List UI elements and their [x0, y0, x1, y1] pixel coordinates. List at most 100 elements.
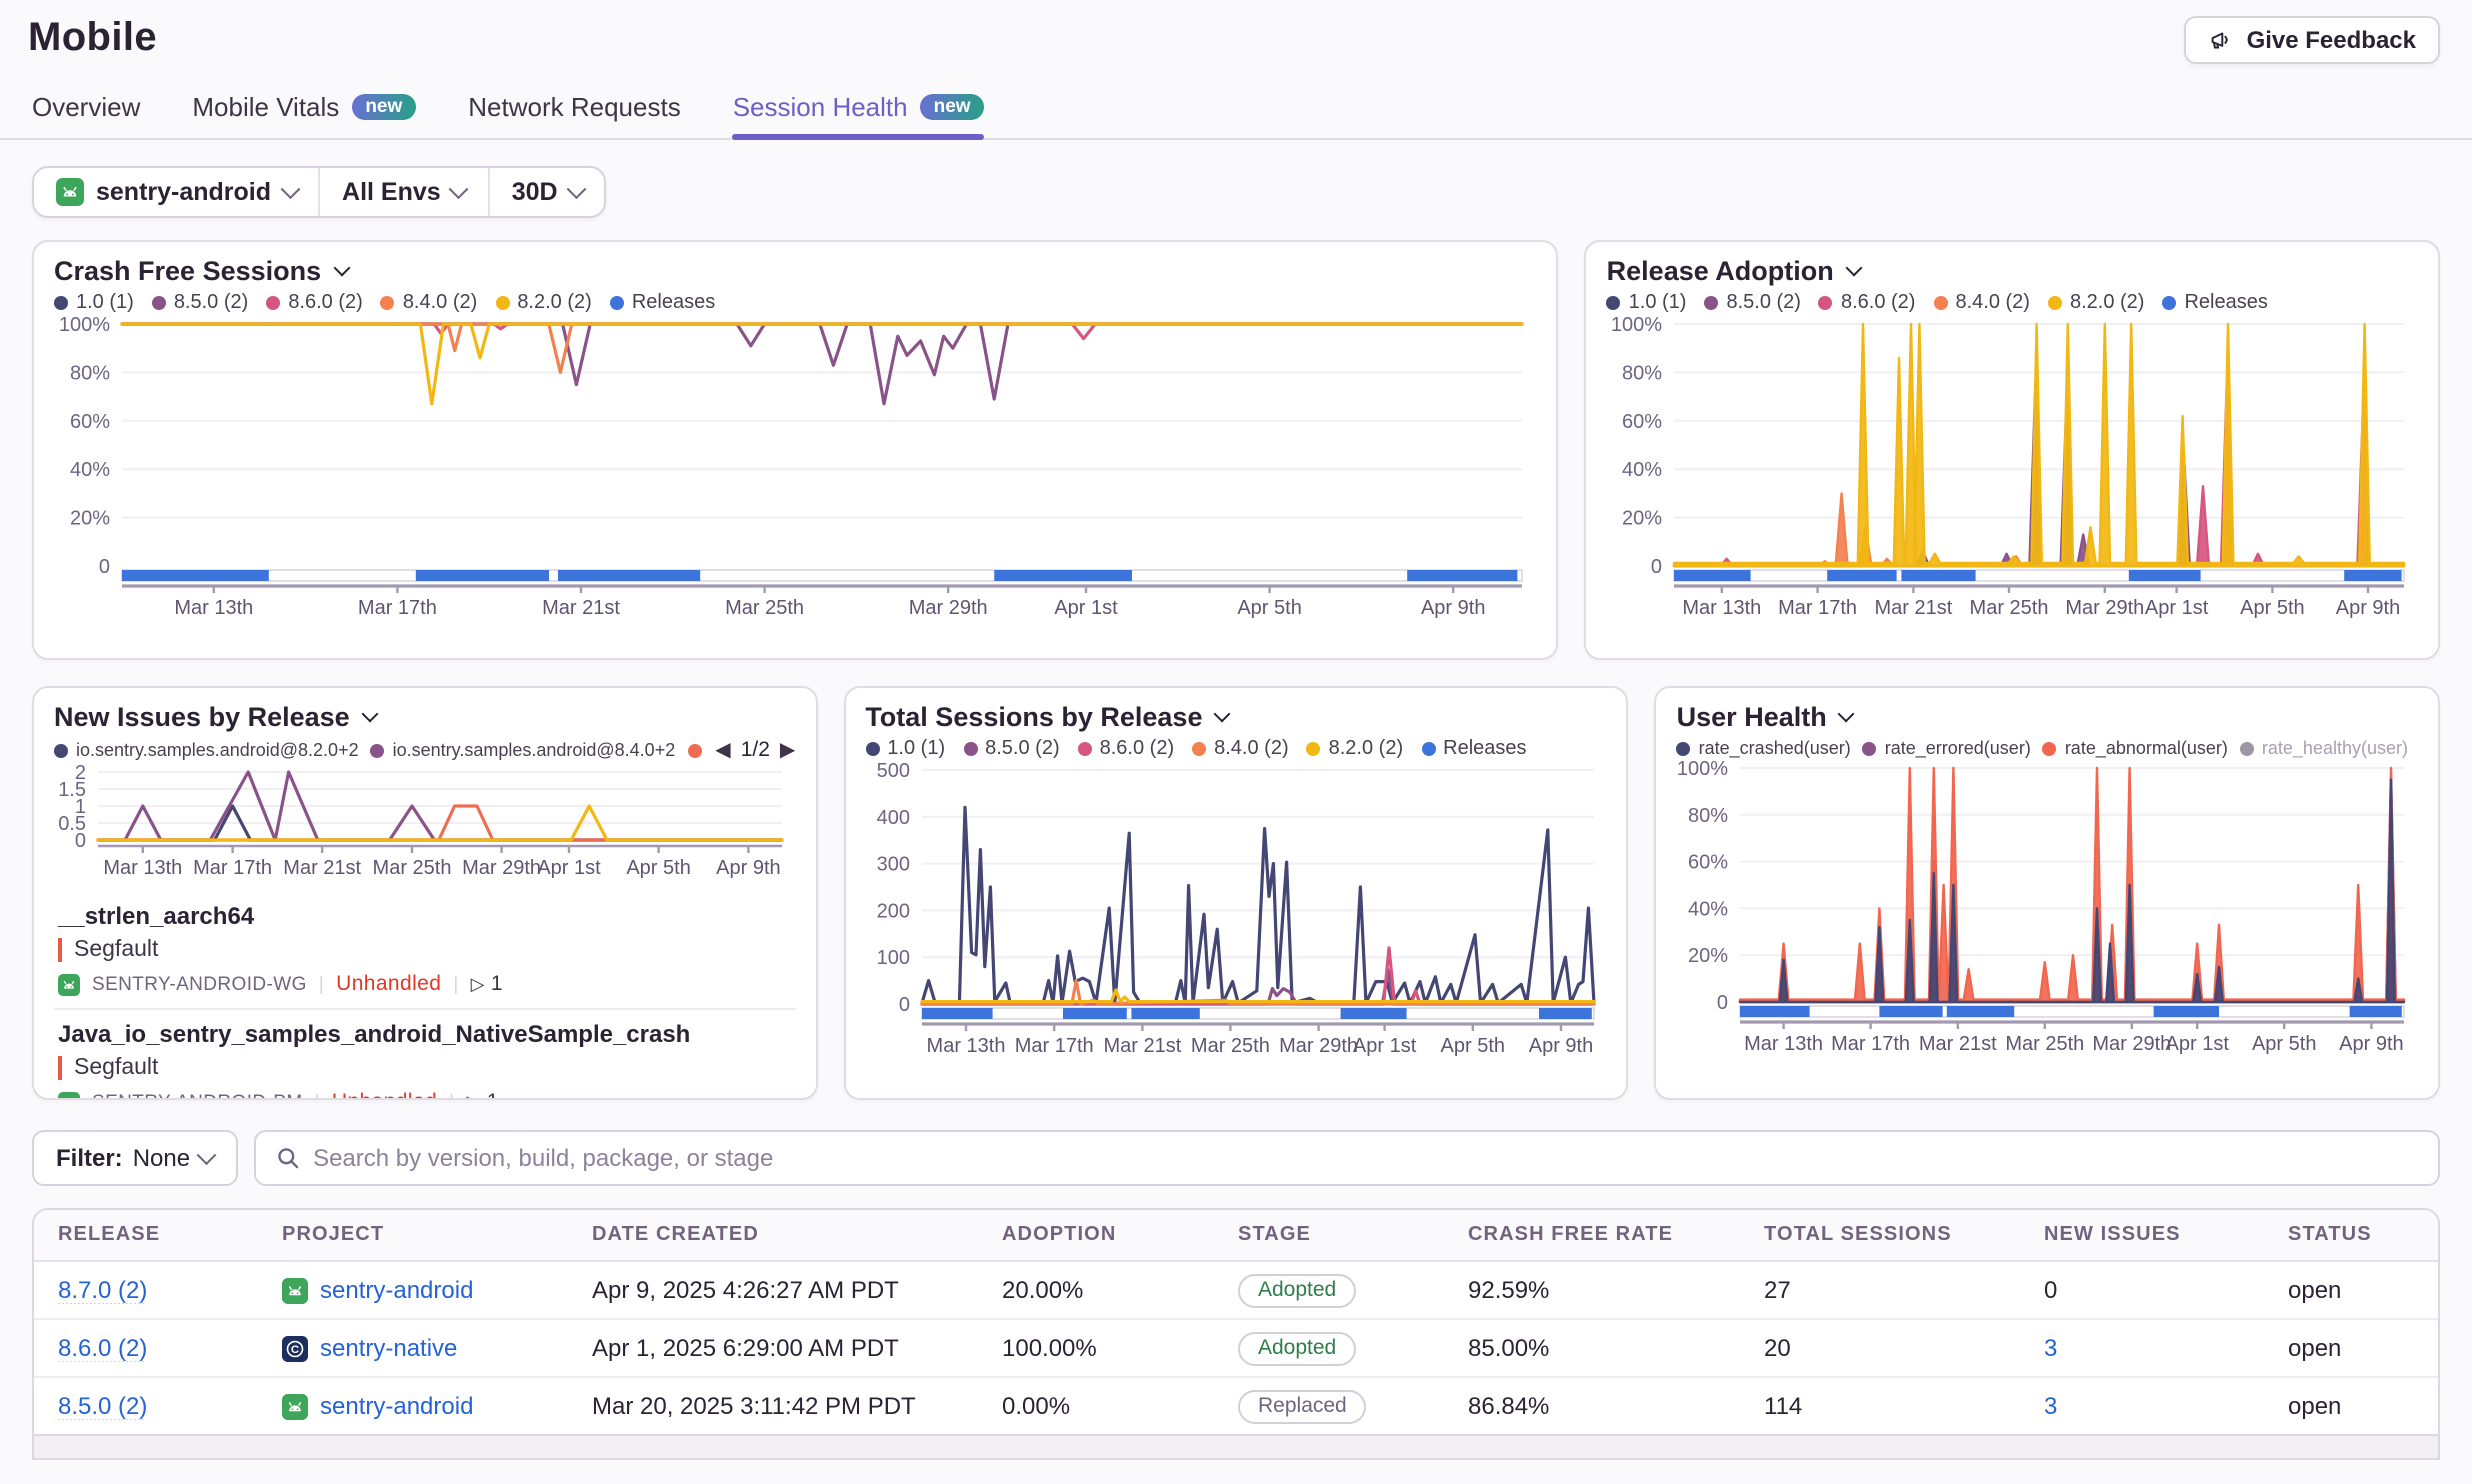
legend-next-button[interactable]: ▶: [780, 739, 795, 761]
release-search-input[interactable]: [313, 1132, 2418, 1184]
legend-prev-button[interactable]: ◀: [715, 739, 730, 761]
legend-item[interactable]: 1.0 (1): [54, 292, 134, 314]
give-feedback-button[interactable]: Give Feedback: [2185, 16, 2440, 64]
legend-label: Releases: [1443, 738, 1526, 760]
total-sessions-title-dropdown[interactable]: Total Sessions by Release: [865, 702, 1606, 732]
project-link[interactable]: sentry-android: [320, 1276, 473, 1304]
release-adoption-title-dropdown[interactable]: Release Adoption: [1607, 256, 2418, 286]
legend-item[interactable]: io.sentry.samp: [687, 740, 707, 760]
legend-item[interactable]: 8.2.0 (2): [1307, 738, 1404, 760]
chevron-down-icon: [1845, 260, 1862, 277]
divider: |: [319, 973, 324, 995]
legend-item[interactable]: 8.2.0 (2): [2048, 292, 2145, 314]
release-link[interactable]: 8.7.0 (2): [58, 1276, 147, 1304]
legend-item[interactable]: 8.2.0 (2): [495, 292, 592, 314]
project-filter-dropdown[interactable]: sentry-android: [34, 168, 318, 216]
svg-text:Mar 25th: Mar 25th: [373, 857, 452, 879]
project-link[interactable]: sentry-native: [320, 1334, 457, 1362]
legend-item[interactable]: io.sentry.samples.android@8.2.0+2: [54, 740, 359, 760]
legend-item[interactable]: io.sentry.samples.android@8.4.0+2: [371, 740, 676, 760]
legend-label: 8.5.0 (2): [985, 738, 1060, 760]
tab-mobile-vitals[interactable]: Mobile Vitalsnew: [192, 92, 416, 138]
svg-text:Apr 5th: Apr 5th: [2241, 597, 2305, 619]
release-link[interactable]: 8.6.0 (2): [58, 1334, 147, 1362]
svg-text:Mar 29th: Mar 29th: [2093, 1033, 2172, 1055]
legend-label: Releases: [2184, 292, 2267, 314]
legend-item[interactable]: 8.6.0 (2): [1819, 292, 1916, 314]
legend-item[interactable]: 8.4.0 (2): [1192, 738, 1289, 760]
tab-network-requests[interactable]: Network Requests: [468, 92, 680, 138]
legend-item[interactable]: rate_healthy(user): [2240, 738, 2408, 758]
svg-text:Mar 17th: Mar 17th: [358, 597, 437, 619]
legend-label: 8.6.0 (2): [1841, 292, 1916, 314]
filter-value: None: [133, 1144, 190, 1172]
svg-text:C: C: [291, 1343, 299, 1355]
legend-item[interactable]: Releases: [2162, 292, 2267, 314]
legend-dot: [152, 296, 166, 310]
tab-overview[interactable]: Overview: [32, 92, 140, 138]
issue-culprit: Segfault: [58, 1056, 791, 1080]
crash-free-rate-cell: 86.84%: [1468, 1392, 1764, 1420]
legend-dot: [2162, 296, 2176, 310]
issue-project-id[interactable]: SENTRY-ANDROID-WG: [92, 973, 307, 995]
issue-project-id[interactable]: SENTRY-ANDROID-PM: [92, 1091, 303, 1100]
date-range-filter-dropdown[interactable]: 30D: [488, 168, 605, 216]
legend-item[interactable]: rate_abnormal(user): [2043, 738, 2228, 758]
filter-dropdown[interactable]: Filter: None: [32, 1130, 237, 1186]
crash-free-sessions-chart[interactable]: 100%80%60%40%20%0Mar 13thMar 17thMar 21s…: [54, 314, 1537, 624]
total-sessions-chart[interactable]: 5004003002001000Mar 13thMar 17thMar 21st…: [865, 760, 1606, 1062]
svg-text:Apr 1st: Apr 1st: [1352, 1035, 1416, 1057]
svg-text:Mar 17th: Mar 17th: [1779, 597, 1858, 619]
legend-item[interactable]: 1.0 (1): [1607, 292, 1687, 314]
svg-text:Mar 13th: Mar 13th: [1745, 1033, 1824, 1055]
column-header-adoption: ADOPTION: [1002, 1224, 1238, 1246]
tab-session-health[interactable]: Session Healthnew: [733, 92, 985, 138]
legend-item[interactable]: 1.0 (1): [865, 738, 945, 760]
environment-filter-dropdown[interactable]: All Envs: [318, 168, 488, 216]
svg-text:100%: 100%: [59, 314, 110, 336]
issue-culprit: Segfault: [58, 938, 791, 962]
table-header-row: RELEASE PROJECT DATE CREATED ADOPTION ST…: [34, 1210, 2438, 1262]
release-adoption-chart[interactable]: 100%80%60%40%20%0Mar 13thMar 17thMar 21s…: [1607, 314, 2418, 624]
user-health-title-dropdown[interactable]: User Health: [1677, 702, 2418, 732]
legend-item[interactable]: Releases: [610, 292, 715, 314]
legend-item[interactable]: 8.6.0 (2): [1078, 738, 1175, 760]
legend-item[interactable]: 8.6.0 (2): [266, 292, 363, 314]
svg-text:100%: 100%: [1678, 758, 1729, 780]
legend-item[interactable]: rate_crashed(user): [1677, 738, 1851, 758]
tab-label: Mobile Vitals: [192, 92, 339, 122]
legend-label: rate_abnormal(user): [2065, 738, 2228, 758]
legend-item[interactable]: Releases: [1421, 738, 1526, 760]
crash-free-sessions-title-dropdown[interactable]: Crash Free Sessions: [54, 256, 1537, 286]
legend-dot: [1704, 296, 1718, 310]
legend-label: 8.2.0 (2): [1329, 738, 1404, 760]
stage-badge: Adopted: [1238, 1331, 1356, 1365]
user-health-chart[interactable]: 100%80%60%40%20%0Mar 13thMar 17thMar 21s…: [1677, 758, 2418, 1060]
release-link[interactable]: 8.5.0 (2): [58, 1392, 147, 1420]
legend-dot: [610, 296, 624, 310]
tab-bar: Overview Mobile Vitalsnew Network Reques…: [0, 84, 2472, 140]
legend-item[interactable]: 8.5.0 (2): [152, 292, 249, 314]
legend-item[interactable]: 8.4.0 (2): [381, 292, 478, 314]
legend-item[interactable]: 8.5.0 (2): [1704, 292, 1801, 314]
project-link[interactable]: sentry-android: [320, 1392, 473, 1420]
legend-item[interactable]: 8.4.0 (2): [1933, 292, 2030, 314]
new-issues-link[interactable]: 3: [2044, 1392, 2057, 1420]
table-row: 8.5.0 (2) sentry-android Mar 20, 2025 3:…: [34, 1376, 2438, 1434]
issue-title-link[interactable]: __strlen_aarch64: [58, 902, 791, 930]
page-filter-bar: sentry-android All Envs 30D: [32, 166, 2440, 218]
project-icon: [282, 1277, 308, 1303]
page-title: Mobile: [28, 16, 2440, 62]
svg-text:40%: 40%: [70, 459, 110, 481]
divider: |: [453, 973, 458, 995]
legend-item[interactable]: rate_errored(user): [1863, 738, 2031, 758]
new-issues-title-dropdown[interactable]: New Issues by Release: [54, 702, 795, 732]
legend-item[interactable]: 8.5.0 (2): [963, 738, 1060, 760]
tab-label: Session Health: [733, 92, 908, 122]
svg-text:Mar 25th: Mar 25th: [1190, 1035, 1269, 1057]
svg-text:Mar 29th: Mar 29th: [2066, 597, 2145, 619]
issue-title-link[interactable]: Java_io_sentry_samples_android_NativeSam…: [58, 1020, 791, 1048]
svg-text:Apr 9th: Apr 9th: [716, 857, 780, 879]
new-issues-link[interactable]: 3: [2044, 1334, 2057, 1362]
new-issues-chart[interactable]: 21.510.50Mar 13thMar 17thMar 21stMar 25t…: [54, 762, 795, 884]
